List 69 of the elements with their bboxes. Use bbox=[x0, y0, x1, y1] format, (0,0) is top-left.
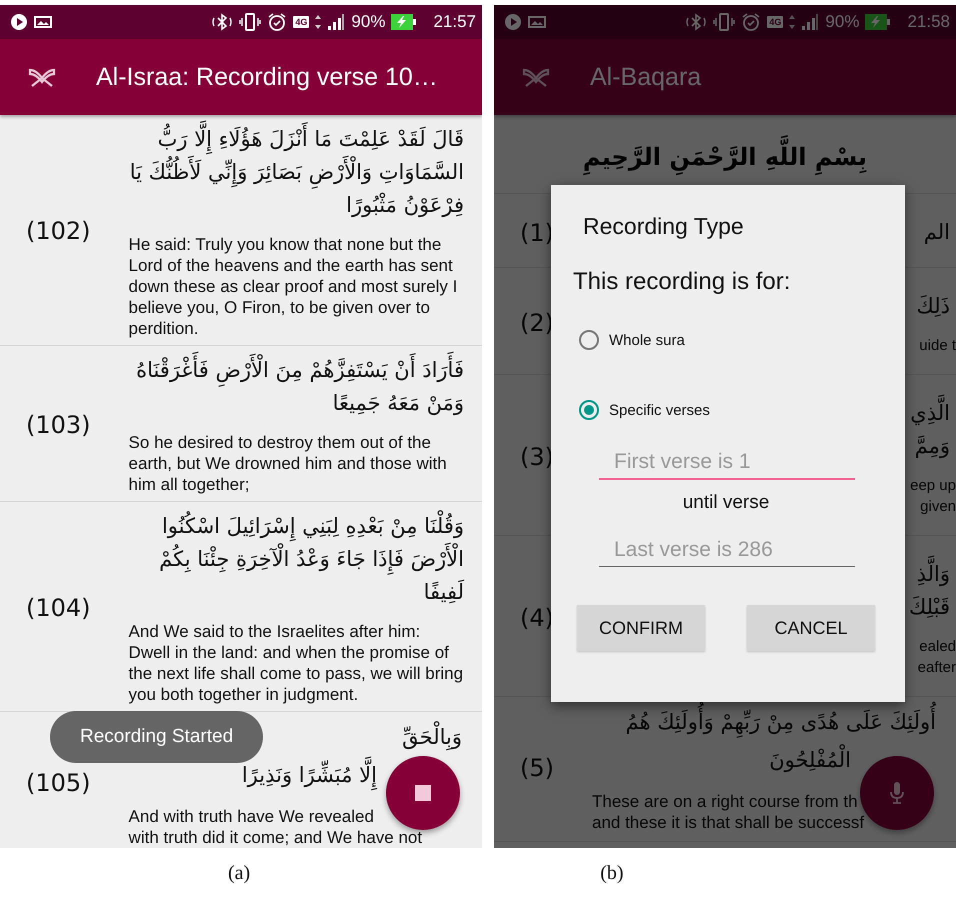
app-bar-title: Al-Israa: Recording verse 10… bbox=[96, 62, 438, 92]
arabic-verse-line: أُولَئِكَ عَلَى هُدًى مِنْ رَبِّهِمْ وَأُولَئِكَ هُمُ bbox=[624, 703, 938, 741]
alarm-clock-icon bbox=[741, 12, 762, 32]
image-icon bbox=[528, 15, 546, 29]
arabic-verse-line: الْمُفْلِحُونَ bbox=[767, 741, 853, 779]
arabic-verse-text: ذَلِكَ bbox=[916, 293, 950, 320]
arabic-verse-line: وَبِالْحَقِّ bbox=[400, 718, 464, 756]
quran-book-icon bbox=[28, 66, 56, 88]
clock-time: 21:58 bbox=[907, 12, 950, 32]
figure-caption: (b) bbox=[600, 862, 624, 884]
data-arrows-icon bbox=[315, 14, 322, 30]
charging-battery-icon bbox=[391, 14, 418, 30]
verse-translation: eep up given bbox=[910, 476, 956, 517]
verse-number: (3) bbox=[519, 443, 555, 471]
verse-translation: So he desired to destroy them out of the earth, but We drowned him and those with him all together; bbox=[128, 432, 448, 495]
figure-caption: (a) bbox=[228, 862, 250, 884]
signal-icon bbox=[801, 14, 820, 30]
verse-translation: These are on a right course from th and these it is that shall be successf bbox=[592, 791, 864, 833]
bluetooth-icon bbox=[685, 13, 708, 31]
signal-icon bbox=[327, 14, 346, 30]
data-arrows-icon bbox=[789, 14, 796, 30]
toast-message: Recording Started bbox=[50, 711, 264, 763]
clock-time: 21:57 bbox=[433, 12, 476, 32]
app-bar-title: Al-Baqara bbox=[590, 62, 702, 92]
arabic-verse-text: وَقُلْنَا مِنْ بَعْدِهِ لِبَنِي إِسْرَائِيلَ اسْكُنُوا الْأَرْضَ فَإِذَا جَاءَ وَعْدُ الْآخِرَةِ جِئْنَا بِكُمْ لَفِيفًا bbox=[128, 510, 464, 609]
stop-recording-button[interactable] bbox=[386, 756, 460, 830]
dialog-title: Recording Type bbox=[583, 213, 745, 240]
network-type-label: 4G bbox=[767, 16, 784, 28]
verse-translation: And We said to the Israelites after him: Dwell in the land: and when the promise of the next life shall come to pass, we will bring you both together in judgment. bbox=[128, 621, 464, 705]
verse-number: (104) bbox=[25, 594, 92, 622]
confirm-button[interactable]: CONFIRM bbox=[577, 605, 705, 651]
verse-number: (105) bbox=[25, 769, 92, 797]
stop-icon bbox=[415, 785, 431, 801]
arabic-verse-text: قَالَ لَقَدْ عَلِمْتَ مَا أَنْزَلَ هَؤُلَاءِ إِلَّا رَبُّ السَّمَاوَاتِ وَالْأَرْضِ بَصَائِرَ وَإِنِّي لَأَظُنُّكَ يَا فِرْعَوْنُ مَثْبُورًا bbox=[128, 123, 464, 222]
last-verse-field[interactable]: Last verse is 286 bbox=[599, 534, 855, 567]
verse-number: (2) bbox=[519, 309, 555, 337]
dialog-prompt: This recording is for: bbox=[573, 268, 792, 296]
battery-percent: 90% bbox=[351, 12, 386, 32]
verse-number: (103) bbox=[25, 410, 92, 438]
play-icon bbox=[504, 13, 522, 31]
play-icon bbox=[10, 13, 28, 31]
quran-book-icon bbox=[522, 66, 550, 88]
first-verse-field[interactable]: First verse is 1 bbox=[599, 446, 855, 480]
alarm-clock-icon bbox=[267, 12, 288, 32]
vibrate-icon bbox=[713, 13, 736, 31]
arabic-verse-text: الم bbox=[924, 219, 950, 246]
verse-translation: And with truth have We revealed with truth did it come; and We have not bbox=[128, 806, 422, 848]
arabic-verse-text: فَأَرَادَ أَنْ يَسْتَفِزَّهُمْ مِنَ الْأَرْضِ فَأَغْرَقْنَاهُ وَمَنْ مَعَهُ جَمِيعًا bbox=[128, 354, 464, 420]
arabic-verse-text: الَّذِي وَمِمَّ bbox=[910, 397, 950, 463]
battery-percent: 90% bbox=[825, 12, 860, 32]
verse-number: (5) bbox=[519, 754, 555, 782]
verse-translation: ealed eafter bbox=[918, 637, 956, 678]
image-icon bbox=[34, 15, 52, 29]
vibrate-icon bbox=[239, 13, 262, 31]
verse-translation: uide t bbox=[919, 336, 956, 356]
arabic-verse-text: وَالَّذِ قَبْلِكَ bbox=[908, 558, 950, 624]
radio-button[interactable] bbox=[579, 330, 599, 350]
verse-number: (4) bbox=[519, 604, 555, 632]
bluetooth-icon bbox=[211, 13, 234, 31]
cancel-button[interactable]: CANCEL bbox=[747, 605, 875, 651]
radio-option[interactable]: Specific verses bbox=[579, 400, 710, 420]
verse-translation: He said: Truly you know that none but the Lord of the heavens and the earth has sent down these as clear proof and most surely I believe you, O Firon, to be given over to perdition. bbox=[128, 234, 458, 339]
until-verse-label: until verse bbox=[682, 492, 770, 514]
network-type-label: 4G bbox=[293, 16, 310, 28]
microphone-icon bbox=[889, 781, 905, 805]
charging-battery-icon bbox=[865, 14, 892, 30]
radio-button[interactable] bbox=[579, 400, 599, 420]
verse-number: (102) bbox=[25, 217, 92, 245]
radio-option[interactable]: Whole sura bbox=[579, 330, 685, 350]
